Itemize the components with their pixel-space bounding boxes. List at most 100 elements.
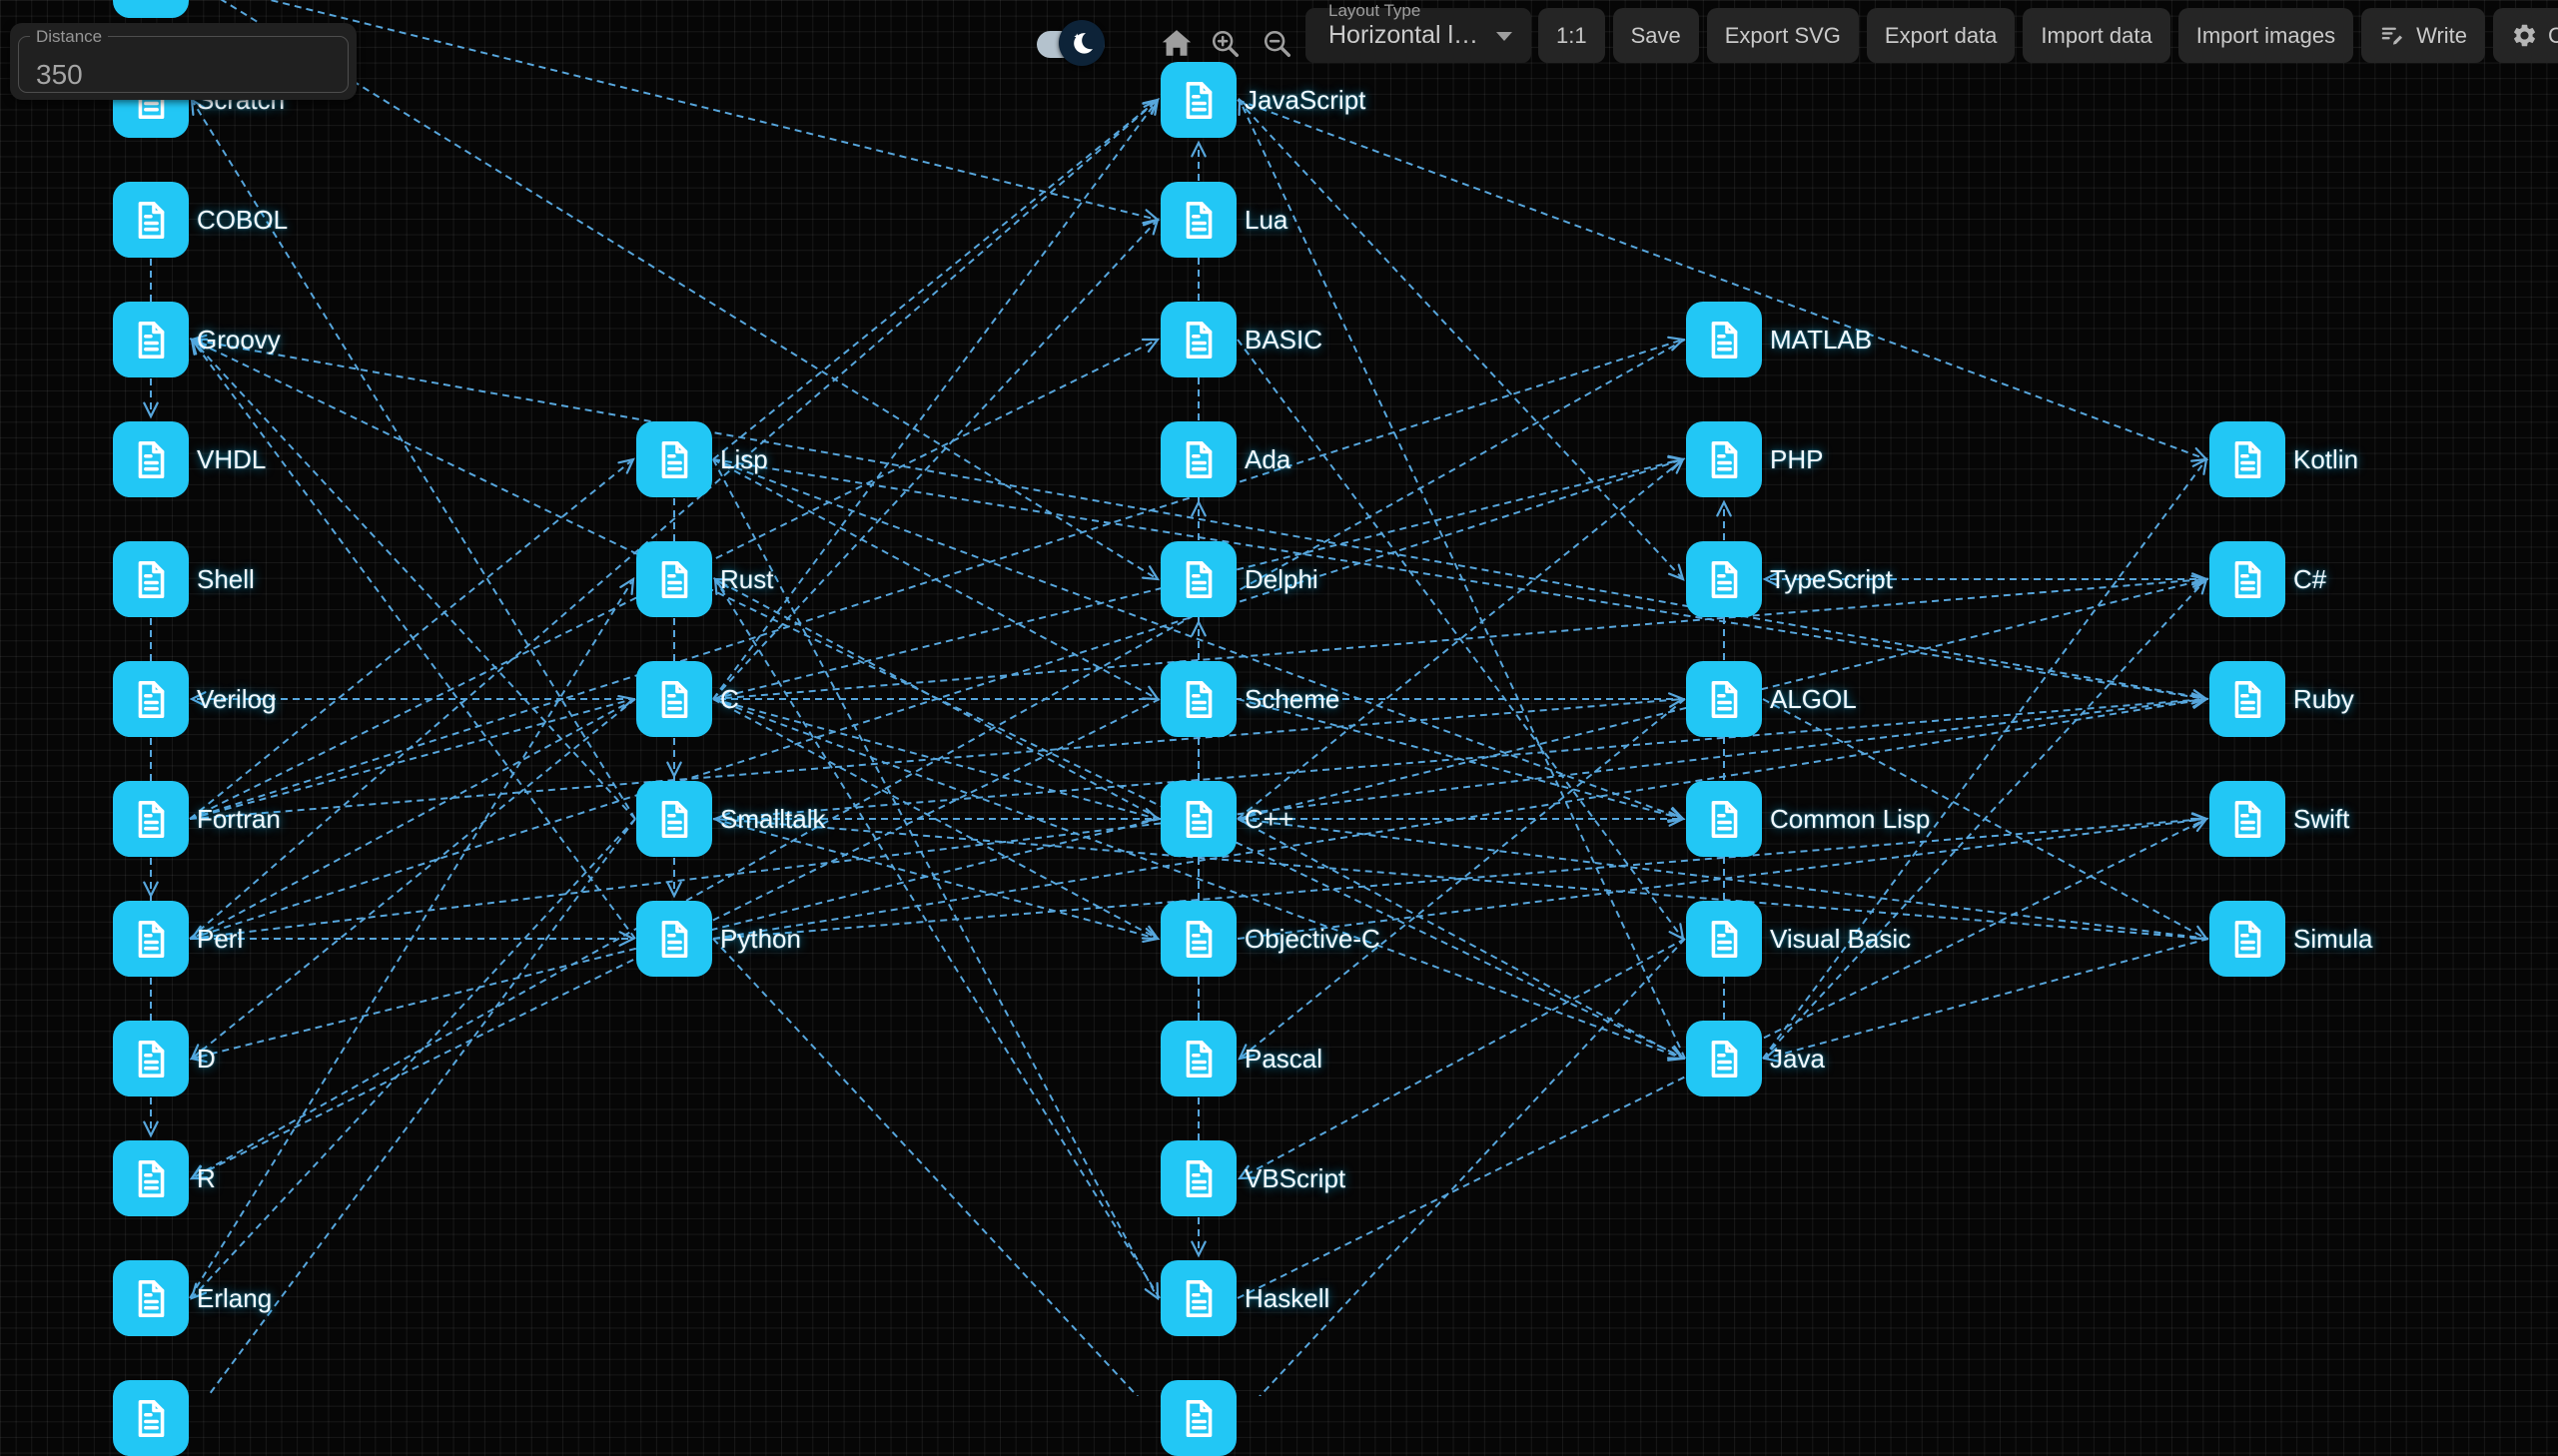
document-icon <box>1177 917 1222 962</box>
1-1-button[interactable]: 1:1 <box>1538 8 1605 63</box>
node-Lua[interactable] <box>1161 182 1237 258</box>
layout-type-label: Layout Type <box>1328 1 1420 21</box>
toolbar-button-label: Import images <box>2196 23 2335 49</box>
document-icon <box>129 1037 174 1082</box>
save-button[interactable]: Save <box>1613 8 1699 63</box>
config-button[interactable]: Config <box>2493 8 2558 63</box>
node-Ruby[interactable] <box>2209 661 2285 737</box>
edge-Lisp-JavaScript <box>713 102 1156 459</box>
node-label-Perl: Perl <box>197 923 243 955</box>
node-Haskell[interactable] <box>1161 1260 1237 1336</box>
edge-Lisp-Haskell <box>713 459 1157 1295</box>
document-icon <box>2225 557 2270 602</box>
node-Visual Basic[interactable] <box>1686 901 1762 977</box>
node-label-Common Lisp: Common Lisp <box>1770 803 1930 835</box>
document-icon <box>1702 318 1747 363</box>
node-ALGOL[interactable] <box>1686 661 1762 737</box>
node-Lisp[interactable] <box>636 421 712 497</box>
node-C[interactable] <box>636 661 712 737</box>
node-Smalltalk[interactable] <box>636 781 712 857</box>
node-JavaScript[interactable] <box>1161 62 1237 138</box>
node-Verilog[interactable] <box>113 661 189 737</box>
node-Pascal[interactable] <box>1161 1021 1237 1096</box>
node-BASIC[interactable] <box>1161 302 1237 377</box>
node-VHDL[interactable] <box>113 421 189 497</box>
arrowhead-icon <box>1143 566 1158 579</box>
import-images-button[interactable]: Import images <box>2178 8 2353 63</box>
document-icon <box>129 797 174 842</box>
edge-Smalltalk-Groovy <box>194 342 635 819</box>
document-icon <box>1702 917 1747 962</box>
document-icon <box>1177 1156 1222 1201</box>
zoom-out-button[interactable] <box>1261 27 1294 61</box>
node-C#[interactable] <box>2209 541 2285 617</box>
node-Ada[interactable] <box>1161 421 1237 497</box>
node-D[interactable] <box>113 1021 189 1096</box>
node-Rust[interactable] <box>636 541 712 617</box>
home-button[interactable] <box>1158 25 1196 63</box>
export-data-button[interactable]: Export data <box>1867 8 2016 63</box>
edge-Fortran-Lisp <box>190 461 631 819</box>
edge-BASIC-Visual Basic <box>1238 340 1681 937</box>
node-Kotlin[interactable] <box>2209 421 2285 497</box>
node-label-Scheme: Scheme <box>1245 683 1339 715</box>
node-Common Lisp[interactable] <box>1686 781 1762 857</box>
document-icon <box>129 1156 174 1201</box>
node-partial-bottom-center[interactable] <box>1161 1380 1237 1456</box>
node-TypeScript[interactable] <box>1686 541 1762 617</box>
document-icon <box>1177 1396 1222 1441</box>
zoom-out-icon <box>1261 49 1294 64</box>
export-svg-button[interactable]: Export SVG <box>1707 8 1859 63</box>
node-Objective-C[interactable] <box>1161 901 1237 977</box>
node-Java[interactable] <box>1686 1021 1762 1096</box>
node-Delphi[interactable] <box>1161 541 1237 617</box>
node-Perl[interactable] <box>113 901 189 977</box>
node-PHP[interactable] <box>1686 421 1762 497</box>
node-label-MATLAB: MATLAB <box>1770 324 1872 356</box>
write-button[interactable]: Write <box>2361 8 2485 63</box>
node-Python[interactable] <box>636 901 712 977</box>
node-Shell[interactable] <box>113 541 189 617</box>
edge-Python-Groovy <box>194 342 635 939</box>
node-COBOL[interactable] <box>113 182 189 258</box>
node-label-Objective-C: Objective-C <box>1245 923 1380 955</box>
node-label-Fortran: Fortran <box>197 803 281 835</box>
document-icon <box>129 1396 174 1441</box>
document-icon <box>129 557 174 602</box>
edit-note-icon <box>2379 22 2406 49</box>
node-Erlang[interactable] <box>113 1260 189 1336</box>
node-label-Lisp: Lisp <box>720 443 768 475</box>
node-partial-bottom-left[interactable] <box>113 1380 189 1456</box>
node-partial-top[interactable] <box>113 0 189 18</box>
node-VBScript[interactable] <box>1161 1140 1237 1216</box>
document-icon <box>129 0 174 3</box>
distance-field[interactable]: Distance 350 <box>10 23 357 100</box>
node-Swift[interactable] <box>2209 781 2285 857</box>
node-label-C: C <box>720 683 739 715</box>
layout-type-value: Horizontal l… <box>1328 21 1478 50</box>
node-MATLAB[interactable] <box>1686 302 1762 377</box>
document-icon <box>1702 437 1747 482</box>
node-R[interactable] <box>113 1140 189 1216</box>
node-label-Ruby: Ruby <box>2293 683 2354 715</box>
node-Groovy[interactable] <box>113 302 189 377</box>
document-icon <box>1177 318 1222 363</box>
zoom-in-button[interactable] <box>1209 27 1243 61</box>
node-Simula[interactable] <box>2209 901 2285 977</box>
edge-C-Java <box>713 699 1680 1058</box>
dark-mode-toggle[interactable] <box>1035 19 1129 69</box>
distance-input[interactable]: 350 <box>36 59 83 91</box>
node-C++[interactable] <box>1161 781 1237 857</box>
node-label-Erlang: Erlang <box>197 1282 272 1314</box>
import-data-button[interactable]: Import data <box>2023 8 2169 63</box>
node-Fortran[interactable] <box>113 781 189 857</box>
layout-type-select[interactable]: Layout Type Horizontal l… <box>1305 8 1531 63</box>
arrowhead-icon <box>618 459 633 473</box>
edge-MATLAB-R <box>195 340 1685 1177</box>
document-icon <box>1177 437 1222 482</box>
document-icon <box>1702 797 1747 842</box>
document-icon <box>1177 1276 1222 1321</box>
node-Scheme[interactable] <box>1161 661 1237 737</box>
document-icon <box>2225 437 2270 482</box>
edge-Simula-Java <box>1768 939 2208 1058</box>
